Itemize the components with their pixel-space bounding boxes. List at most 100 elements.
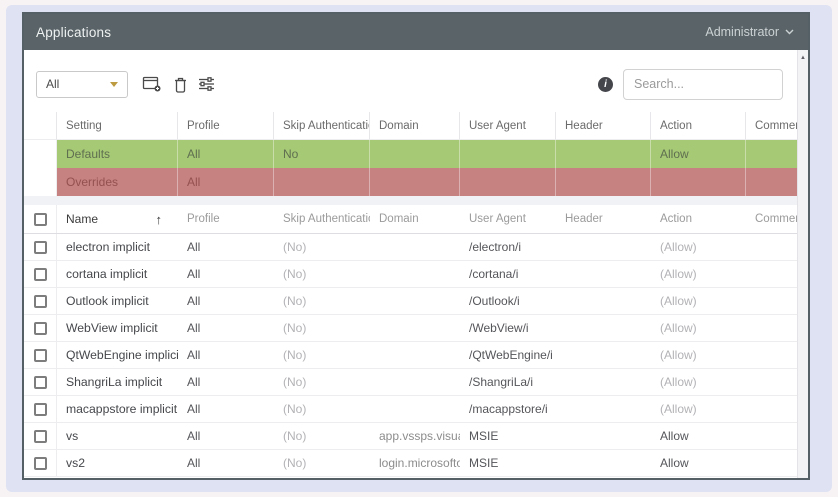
- cell-comment: [746, 140, 797, 168]
- table-row[interactable]: macappstore implicitAll(No)/macappstore/…: [24, 396, 797, 423]
- cell-header: [556, 423, 651, 449]
- settings-table-body: DefaultsAllNoAllowOverridesAll: [24, 140, 797, 196]
- cell-user-agent: /WebView/i: [460, 315, 556, 341]
- cell-name: Outlook implicit: [57, 288, 178, 314]
- column-header-action[interactable]: Action: [651, 205, 746, 233]
- row-spacer-cell: [24, 168, 57, 196]
- cell-action: (Allow): [651, 396, 746, 422]
- cell-user-agent: MSIE: [460, 423, 556, 449]
- cell-header: [556, 369, 651, 395]
- column-header-profile[interactable]: Profile: [178, 205, 274, 233]
- cell-domain: [370, 342, 460, 368]
- cell-comment: [746, 450, 797, 476]
- panel-header: Applications Administrator: [24, 14, 808, 50]
- row-checkbox[interactable]: [34, 376, 47, 389]
- cell-skip-authentication: No: [274, 140, 370, 168]
- cell-name: ShangriLa implicit: [57, 369, 178, 395]
- cell-action: (Allow): [651, 315, 746, 341]
- cell-action: (Allow): [651, 261, 746, 287]
- column-header-name[interactable]: Name↑: [57, 205, 178, 233]
- row-checkbox[interactable]: [34, 349, 47, 362]
- cell-profile: All: [178, 315, 274, 341]
- cell-comment: [746, 369, 797, 395]
- cell-header: [556, 168, 651, 196]
- table-row[interactable]: WebView implicitAll(No)/WebView/i(Allow): [24, 315, 797, 342]
- table-row[interactable]: ShangriLa implicitAll(No)/ShangriLa/i(Al…: [24, 369, 797, 396]
- defaults-row[interactable]: DefaultsAllNoAllow: [24, 140, 797, 168]
- cell-action: Allow: [651, 450, 746, 476]
- cell-name: cortana implicit: [57, 261, 178, 287]
- sliders-icon: [198, 76, 215, 92]
- column-header-header[interactable]: Header: [556, 205, 651, 233]
- select-all-checkbox[interactable]: [34, 213, 47, 226]
- cell-profile: All: [178, 396, 274, 422]
- sort-ascending-icon: ↑: [156, 212, 163, 227]
- profile-filter-value: All: [46, 77, 59, 91]
- user-menu-label: Administrator: [705, 25, 779, 39]
- cell-domain: [370, 234, 460, 260]
- table-row[interactable]: cortana implicitAll(No)/cortana/i(Allow): [24, 261, 797, 288]
- row-checkbox[interactable]: [34, 403, 47, 416]
- cell-header: [556, 315, 651, 341]
- column-header-domain[interactable]: Domain: [370, 205, 460, 233]
- column-header-skip-authentication[interactable]: Skip Authentication: [274, 205, 370, 233]
- row-checkbox-cell: [24, 450, 57, 476]
- row-checkbox[interactable]: [34, 322, 47, 335]
- delete-button[interactable]: [174, 76, 187, 93]
- row-checkbox[interactable]: [34, 457, 47, 470]
- table-row[interactable]: Outlook implicitAll(No)/Outlook/i(Allow): [24, 288, 797, 315]
- cell-profile: All: [178, 288, 274, 314]
- cell-header: [556, 288, 651, 314]
- cell-profile: All: [178, 450, 274, 476]
- cell-user-agent: /ShangriLa/i: [460, 369, 556, 395]
- row-checkbox[interactable]: [34, 241, 47, 254]
- settings-header-spacer: [24, 112, 57, 140]
- column-header-setting: Setting: [57, 112, 178, 140]
- cell-action: (Allow): [651, 288, 746, 314]
- table-row[interactable]: electron implicitAll(No)/electron/i(Allo…: [24, 234, 797, 261]
- cell-user-agent: [460, 168, 556, 196]
- row-checkbox-cell: [24, 369, 57, 395]
- scroll-up-arrow[interactable]: ▲: [800, 55, 806, 61]
- info-icon[interactable]: i: [598, 77, 613, 92]
- profile-filter-dropdown[interactable]: All: [36, 71, 128, 98]
- vertical-scrollbar[interactable]: ▲: [797, 50, 808, 478]
- cell-domain: [370, 315, 460, 341]
- row-checkbox[interactable]: [34, 430, 47, 443]
- column-header-profile: Profile: [178, 112, 274, 140]
- column-header-comment: Comment: [746, 112, 797, 140]
- row-checkbox[interactable]: [34, 295, 47, 308]
- cell-user-agent: [460, 140, 556, 168]
- cell-skip-authentication: (No): [274, 450, 370, 476]
- table-row[interactable]: vsAll(No)app.vssps.visualst...MSIEAllow: [24, 423, 797, 450]
- cell-domain: [370, 369, 460, 395]
- cell-user-agent: /cortana/i: [460, 261, 556, 287]
- filter-settings-button[interactable]: [198, 76, 215, 92]
- cell-profile: All: [178, 342, 274, 368]
- row-checkbox-cell: [24, 342, 57, 368]
- overrides-row[interactable]: OverridesAll: [24, 168, 797, 196]
- column-header-skip-authentication: Skip Authentication: [274, 112, 370, 140]
- cell-name: vs: [57, 423, 178, 449]
- add-application-button[interactable]: [142, 75, 163, 94]
- search-input[interactable]: [623, 69, 783, 100]
- column-header-user-agent[interactable]: User Agent: [460, 205, 556, 233]
- cell-user-agent: /QtWebEngine/i: [460, 342, 556, 368]
- cell-profile: All: [178, 234, 274, 260]
- cell-skip-authentication: (No): [274, 423, 370, 449]
- cell-name: vs2: [57, 450, 178, 476]
- row-checkbox-cell: [24, 234, 57, 260]
- row-checkbox-cell: [24, 396, 57, 422]
- table-row[interactable]: QtWebEngine implicitAll(No)/QtWebEngine/…: [24, 342, 797, 369]
- column-header-comment[interactable]: Comment: [746, 205, 797, 233]
- cell-profile: All: [178, 369, 274, 395]
- settings-table: SettingProfileSkip AuthenticationDomainU…: [24, 112, 797, 196]
- row-spacer-cell: [24, 140, 57, 168]
- panel-content: ▲ All: [24, 50, 808, 478]
- user-menu[interactable]: Administrator: [705, 25, 794, 39]
- table-row[interactable]: vs2All(No)login.microsoftonl...MSIEAllow: [24, 450, 797, 477]
- row-checkbox[interactable]: [34, 268, 47, 281]
- row-checkbox-cell: [24, 423, 57, 449]
- cell-user-agent: /electron/i: [460, 234, 556, 260]
- cell-profile: All: [178, 140, 274, 168]
